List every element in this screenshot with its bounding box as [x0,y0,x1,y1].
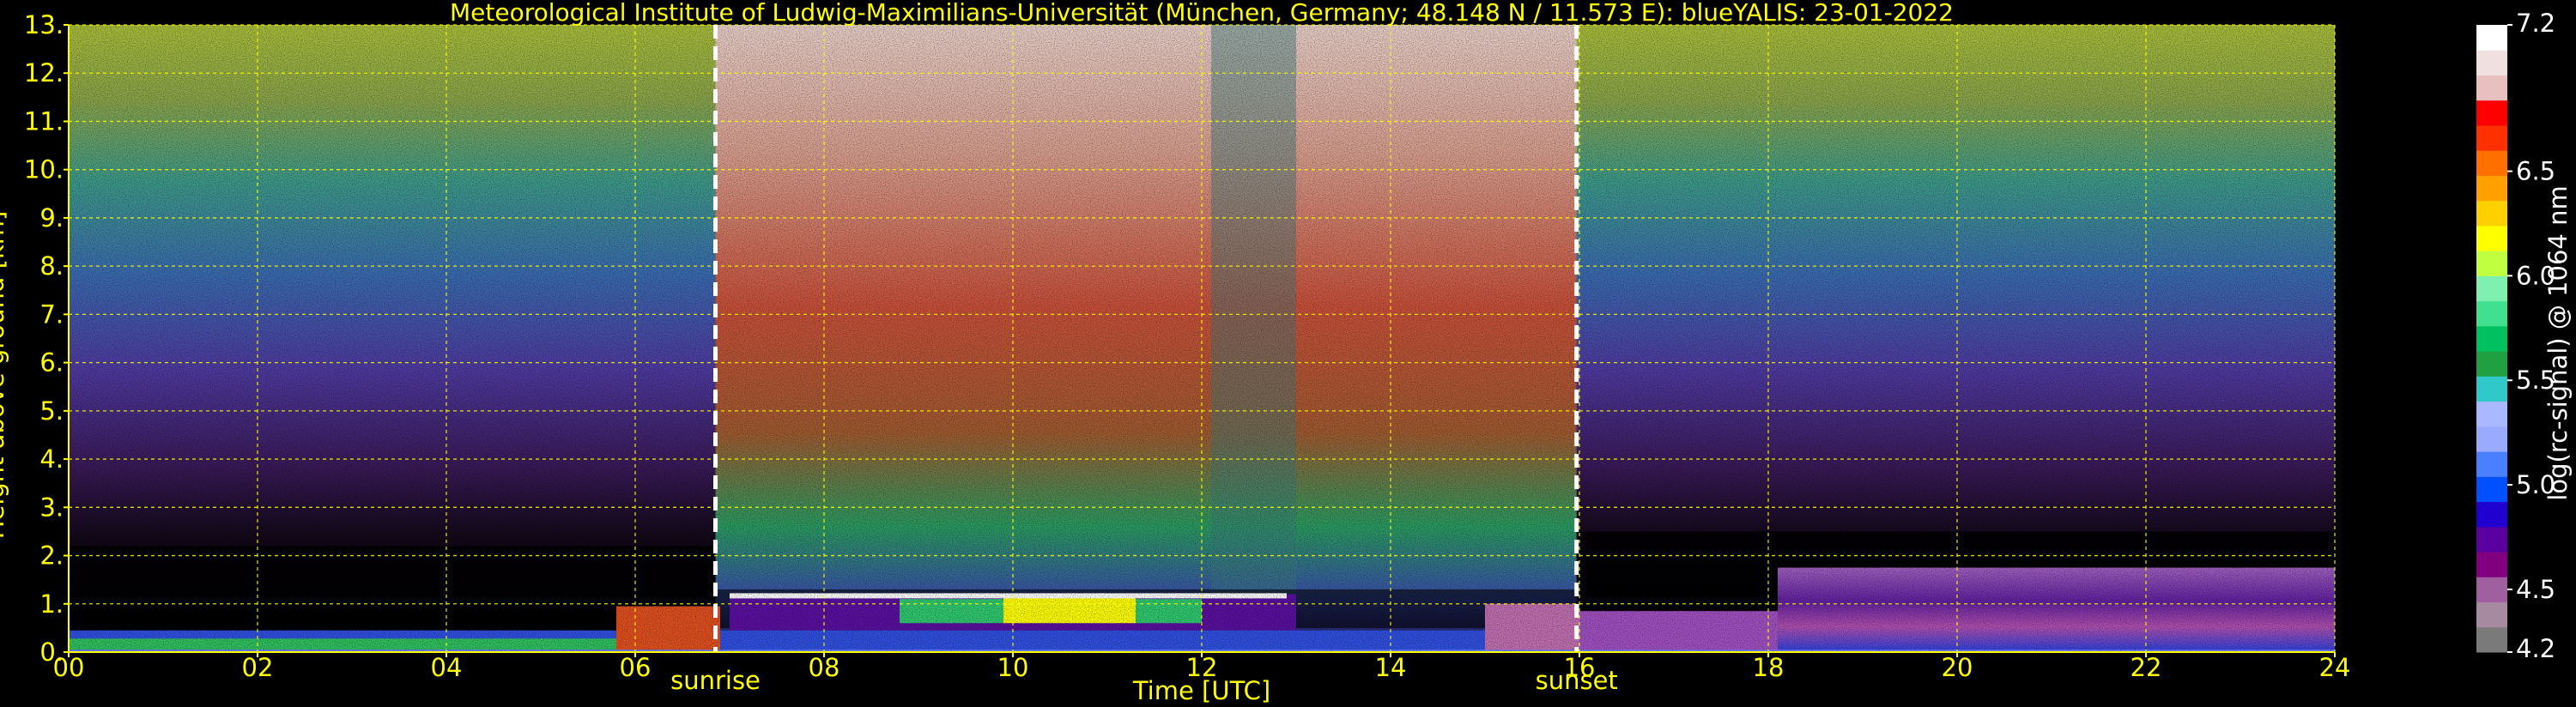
y-tick-label: 10. [24,155,64,184]
plot-area [69,25,2335,652]
event-label-sunset: sunset [1535,666,1618,695]
colorbar-segment [2476,25,2507,51]
x-tick-label: 14 [1375,653,1407,682]
colorbar-segment [2476,451,2507,477]
colorbar-segment [2476,626,2507,653]
y-tick-label: 1. [39,589,64,619]
colorbar-segment [2476,401,2507,427]
colorbar-tick-label: 4.2 [2516,634,2555,663]
colorbar-segment [2476,225,2507,251]
x-tick-label: 20 [1942,653,1973,682]
lidar-figure: 00 02 04 06 08 10 12 14 16 18 20 22 24 0.1.2.3.4.5.6… [24,9,2555,682]
colorbar-segment [2476,601,2507,628]
colorbar-segment [2476,251,2507,276]
x-tick-label: 08 [809,653,840,682]
chart-title: Meteorological Institute of Ludwig-Maxim… [450,0,1954,27]
colorbar-tick-label: 4.5 [2516,575,2555,604]
y-tick-label: 5. [39,396,64,426]
y-tick-label: 11. [24,106,64,136]
colorbar-segment [2476,50,2507,76]
y-tick-label: 2. [39,541,64,571]
y-tick-label: 8. [39,251,64,281]
x-axis-label: Time [UTC] [1132,676,1271,705]
y-tick-label: 12. [24,58,64,88]
x-tick-label: 18 [1753,653,1785,682]
colorbar-segment [2476,376,2507,402]
y-axis: 0. 1. 2. 3. 4. 5. 6. 7. 8. 9. 10. 11. 12. 13. [24,10,70,667]
event-label-sunrise: sunrise [670,666,761,695]
colorbar-segment [2476,526,2507,553]
colorbar-segment [2476,476,2507,503]
colorbar-segment [2476,577,2507,603]
colorbar-segment [2476,150,2507,176]
colorbar-segment [2476,426,2507,452]
y-tick-label: 6. [39,348,64,378]
colorbar-tick-label: 6.5 [2516,157,2555,186]
y-tick-label: 0. [39,638,64,667]
colorbar-segment [2476,300,2507,327]
x-tick-label: 02 [242,653,274,682]
colorbar-segment [2476,351,2507,377]
y-axis-label: Height above ground [km] [0,210,9,540]
y-tick-label: 9. [39,203,64,233]
colorbar-tick-label: 7.2 [2516,9,2555,38]
colorbar-label: log(rc-signal) @ 1064 nm [2543,185,2573,501]
x-tick-label: 06 [620,653,652,682]
colorbar-segment [2476,124,2507,151]
colorbar-segment [2476,75,2507,101]
colorbar-segment [2476,501,2507,528]
x-tick-label: 04 [431,653,463,682]
colorbar-segment [2476,275,2507,302]
x-tick-label: 24 [2319,653,2351,682]
signal-noise [69,25,2335,652]
colorbar-segment [2476,100,2507,126]
colorbar-segment [2476,200,2507,227]
x-tick-label: 10 [997,653,1029,682]
colorbar-segment [2476,552,2507,577]
y-tick-label: 4. [39,444,64,474]
colorbar-segment [2476,325,2507,352]
y-tick-label: 13. [24,10,64,39]
x-tick-label: 22 [2131,653,2162,682]
y-tick-label: 7. [39,299,64,329]
y-tick-label: 3. [39,492,64,522]
colorbar-segment [2476,175,2507,202]
